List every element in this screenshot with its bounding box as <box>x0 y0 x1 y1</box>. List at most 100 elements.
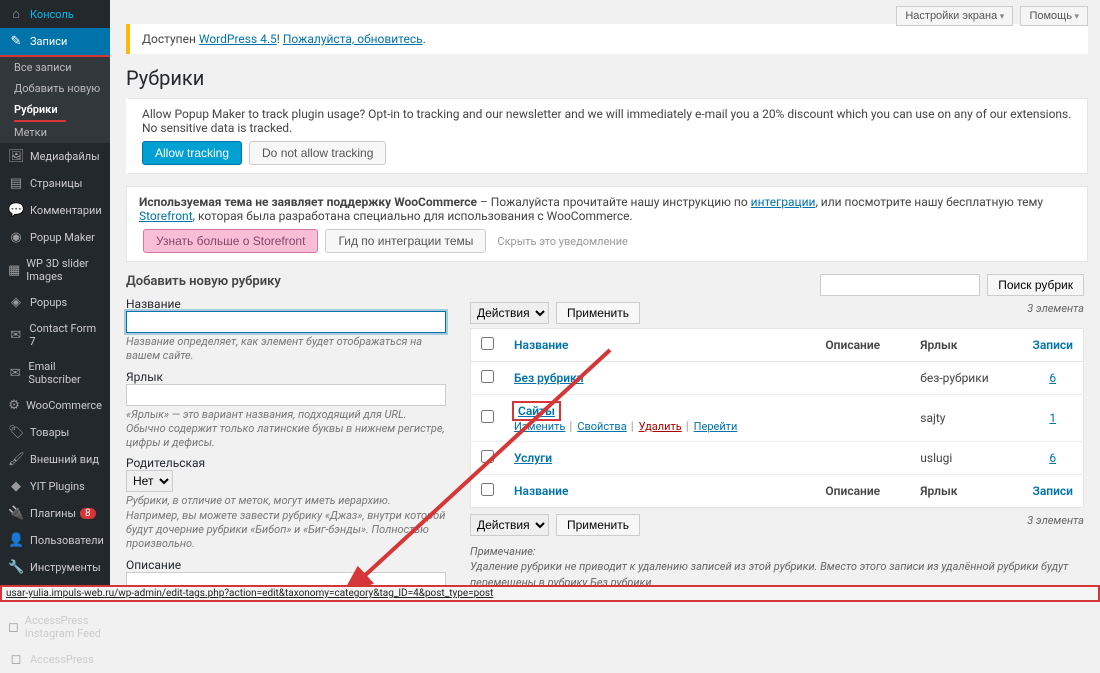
popup-icon: ◉ <box>8 230 24 245</box>
select-all-checkbox-bottom[interactable] <box>481 483 494 496</box>
sidebar-item-popups[interactable]: ◈Popups <box>0 289 110 316</box>
yit-icon: ◆ <box>8 479 24 494</box>
sidebar-item-popup-maker[interactable]: ◉Popup Maker <box>0 224 110 251</box>
action-props[interactable]: Свойства <box>577 420 626 433</box>
sidebar-sub-add-new[interactable]: Добавить новую <box>0 78 110 99</box>
woocommerce-notice: Используемая тема не заявляет поддержку … <box>126 186 1088 262</box>
plugins-badge: 8 <box>80 508 96 519</box>
name-input[interactable] <box>126 311 446 333</box>
dashboard-icon: ⌂ <box>8 6 24 22</box>
bulk-action-select-bottom[interactable]: Действия <box>470 514 549 536</box>
bulk-apply-button-bottom[interactable]: Применить <box>556 514 640 536</box>
brush-icon: 🖌 <box>8 452 24 467</box>
sidebar-posts-submenu: Все записи Добавить новую Рубрики Метки <box>0 57 110 143</box>
item-count-bottom: 3 элемента <box>1027 514 1084 527</box>
page-title: Рубрики <box>126 66 1100 90</box>
row-count-link[interactable]: 6 <box>1049 371 1056 385</box>
table-row: Услуги uslugi 6 <box>471 442 1084 475</box>
row-name-link-sajty[interactable]: Сайты <box>518 404 555 418</box>
allow-tracking-button[interactable]: Allow tracking <box>142 141 242 165</box>
sidebar-item-appearance[interactable]: 🖌Внешний вид <box>0 446 110 473</box>
row-count-link[interactable]: 1 <box>1049 411 1056 425</box>
search-input[interactable] <box>820 274 980 296</box>
plugin-icon: 🔌 <box>8 506 24 521</box>
wp45-link[interactable]: WordPress 4.5 <box>199 32 277 46</box>
parent-desc: Рубрики, в отличие от меток, могут иметь… <box>126 494 446 551</box>
row-count-link[interactable]: 6 <box>1049 451 1056 465</box>
parent-select[interactable]: Нет <box>126 470 173 492</box>
screen-options-button[interactable]: Настройки экрана <box>896 6 1013 26</box>
action-edit[interactable]: Изменить <box>514 420 565 433</box>
update-notice: Доступен WordPress 4.5! Пожалуйста, обно… <box>126 24 1088 54</box>
sidebar-item-users[interactable]: 👤Пользователи <box>0 527 110 554</box>
slider-icon: ▦ <box>8 263 20 278</box>
sidebar-item-pages[interactable]: ▤Страницы <box>0 170 110 197</box>
row-actions: Изменить| Свойства| Удалить| Перейти <box>514 419 805 433</box>
categories-table: Название Описание Ярлык Записи Без рубри… <box>470 328 1084 508</box>
bulk-action-select[interactable]: Действия <box>470 302 549 324</box>
page-icon: ▤ <box>8 176 24 191</box>
integration-guide-button[interactable]: Гид по интеграции темы <box>325 229 486 253</box>
desc-label: Описание <box>126 558 446 572</box>
col-name[interactable]: Название <box>504 329 815 362</box>
row-checkbox[interactable] <box>481 370 494 383</box>
mail2-icon: ✉ <box>8 366 22 381</box>
action-delete[interactable]: Удалить <box>639 420 682 433</box>
update-link[interactable]: Пожалуйста, обновитесь <box>283 32 423 46</box>
tools-icon: 🔧 <box>8 560 24 575</box>
add-form-heading: Добавить новую рубрику <box>126 274 446 289</box>
storefront-more-button[interactable]: Узнать больше о Storefront <box>143 229 318 253</box>
integration-link[interactable]: интеграции <box>751 195 816 209</box>
row-checkbox[interactable] <box>481 450 494 463</box>
action-view[interactable]: Перейти <box>694 420 738 433</box>
search-button[interactable]: Поиск рубрик <box>987 274 1084 296</box>
sidebar-sub-all-posts[interactable]: Все записи <box>0 57 110 78</box>
sidebar-item-contact7[interactable]: ✉Contact Form 7 <box>0 316 110 354</box>
users-icon: 👤 <box>8 533 24 548</box>
sidebar-item-accesspress-ig[interactable]: ◻AccessPress Instagram Feed <box>0 608 110 646</box>
deny-tracking-button[interactable]: Do not allow tracking <box>249 141 386 165</box>
status-bar-url: usar-yulia.impuls-web.ru/wp-admin/edit-t… <box>0 585 1100 602</box>
name-label: Название <box>126 297 446 311</box>
row-slug: sajty <box>910 395 1022 442</box>
sidebar-item-console[interactable]: ⌂Консоль <box>0 0 110 28</box>
col-desc[interactable]: Описание <box>815 329 910 362</box>
col-posts[interactable]: Записи <box>1022 329 1083 362</box>
sidebar-sub-categories[interactable]: Рубрики <box>14 99 66 122</box>
sidebar-item-yit[interactable]: ◆YIT Plugins <box>0 473 110 500</box>
bulk-bottom: Действия Применить 3 элемента <box>470 514 1084 536</box>
sidebar-item-media[interactable]: 🖼Медиафайлы <box>0 143 110 170</box>
search-area: Поиск рубрик <box>470 274 1084 296</box>
sidebar-item-woocommerce[interactable]: ⚙WooCommerce <box>0 392 110 419</box>
sidebar-item-email-sub[interactable]: ✉Email Subscriber <box>0 354 110 392</box>
item-count: 3 элемента <box>1027 302 1084 315</box>
storefront-link[interactable]: Storefront <box>139 209 193 223</box>
sidebar-item-comments[interactable]: 💬Комментарии <box>0 197 110 224</box>
slug-label: Ярлык <box>126 370 446 384</box>
row-checkbox[interactable] <box>481 410 494 423</box>
slug-desc: «Ярлык» — это вариант названия, подходящ… <box>126 408 446 451</box>
hide-notice-link[interactable]: Скрыть это уведомление <box>497 235 628 248</box>
select-all-checkbox[interactable] <box>481 337 494 350</box>
sidebar-item-tools[interactable]: 🔧Инструменты <box>0 554 110 581</box>
row-name-link[interactable]: Без рубрики <box>514 371 584 385</box>
bulk-apply-button[interactable]: Применить <box>556 302 640 324</box>
table-row: Без рубрики без-рубрики 6 <box>471 362 1084 395</box>
popups-icon: ◈ <box>8 295 24 310</box>
media-icon: 🖼 <box>8 149 24 164</box>
bulk-top: Действия Применить 3 элемента <box>470 302 1084 324</box>
sidebar-item-posts[interactable]: ✎Записи <box>0 28 110 57</box>
admin-sidebar: ⌂Консоль ✎Записи Все записи Добавить нов… <box>0 0 110 602</box>
slug-input[interactable] <box>126 384 446 406</box>
col-slug[interactable]: Ярлык <box>910 329 1022 362</box>
sidebar-item-goods[interactable]: 🏷Товары <box>0 419 110 446</box>
pin-icon: ✎ <box>8 34 24 49</box>
help-button[interactable]: Помощь <box>1020 6 1088 26</box>
sidebar-item-wp3d[interactable]: ▦WP 3D slider Images <box>0 251 110 289</box>
sidebar-sub-tags[interactable]: Метки <box>0 122 110 143</box>
woocommerce-icon: ⚙ <box>8 398 20 413</box>
sidebar-item-accesspress[interactable]: ◻AccessPress <box>0 646 110 673</box>
row-name-link[interactable]: Услуги <box>514 451 552 465</box>
mail-icon: ✉ <box>8 328 23 343</box>
sidebar-item-plugins[interactable]: 🔌Плагины8 <box>0 500 110 527</box>
